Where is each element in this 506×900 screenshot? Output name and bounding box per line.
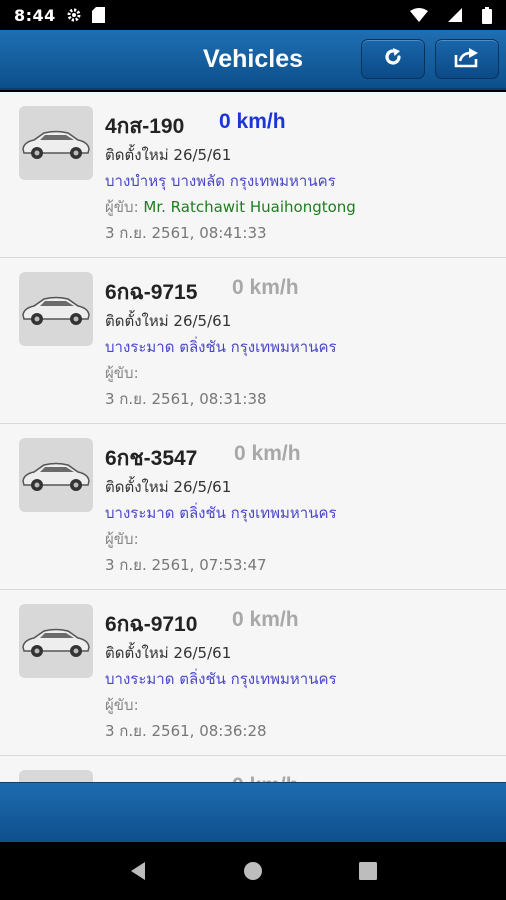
vehicle-install-date: ติดตั้งใหม่ 26/5/61	[105, 146, 232, 164]
share-button[interactable]	[435, 39, 499, 79]
vehicle-plate: 5กฉ-9094	[105, 774, 197, 782]
vehicle-list-item[interactable]: 5กฉ-9094 0 km/h	[0, 756, 506, 782]
driver-label: ผู้ขับ:	[105, 198, 139, 216]
app-bar: Vehicles	[0, 30, 506, 90]
vehicle-list[interactable]: 4กส-190 0 km/h ติดตั้งใหม่ 26/5/61 บางบำ…	[0, 92, 506, 782]
vehicle-timestamp: 3 ก.ย. 2561, 08:31:38	[105, 390, 267, 408]
home-icon[interactable]	[233, 851, 273, 891]
vehicle-list-item[interactable]: 6กฉ-9715 0 km/h ติดตั้งใหม่ 26/5/61 บางร…	[0, 258, 506, 424]
recents-icon[interactable]	[348, 851, 388, 891]
car-icon	[19, 106, 93, 180]
vehicle-plate: 6กฉ-9715	[105, 281, 198, 304]
back-icon[interactable]	[118, 851, 158, 891]
vehicle-timestamp: 3 ก.ย. 2561, 08:36:28	[105, 722, 267, 740]
vehicle-list-item[interactable]: 6กฉ-9710 0 km/h ติดตั้งใหม่ 26/5/61 บางร…	[0, 590, 506, 756]
vehicle-plate: 6กช-3547	[105, 447, 198, 470]
vehicle-location: บางระมาด ตลิ่งชัน กรุงเทพมหานคร	[105, 338, 337, 356]
vehicle-driver: ผู้ขับ: Mr. Ratchawit Huaihongtong	[105, 195, 356, 219]
vehicle-install-date: ติดตั้งใหม่ 26/5/61	[105, 478, 232, 496]
gear-icon	[66, 7, 82, 23]
vehicle-driver: ผู้ขับ:	[105, 527, 139, 551]
driver-label: ผู้ขับ:	[105, 364, 139, 382]
driver-label: ผู้ขับ:	[105, 696, 139, 714]
vehicle-install-date: ติดตั้งใหม่ 26/5/61	[105, 312, 232, 330]
vehicle-timestamp: 3 ก.ย. 2561, 07:53:47	[105, 556, 267, 574]
driver-name: Mr. Ratchawit Huaihongtong	[143, 198, 356, 216]
wifi-icon	[410, 8, 428, 22]
vehicle-list-item[interactable]: 6กช-3547 0 km/h ติดตั้งใหม่ 26/5/61 บางร…	[0, 424, 506, 590]
vehicle-speed: 0 km/h	[219, 110, 286, 133]
page-title: Vehicles	[202, 45, 304, 73]
signal-icon	[448, 8, 462, 22]
vehicle-location: บางระมาด ตลิ่งชัน กรุงเทพมหานคร	[105, 504, 337, 522]
vehicle-location: บางระมาด ตลิ่งชัน กรุงเทพมหานคร	[105, 670, 337, 688]
sd-card-icon	[91, 7, 105, 23]
car-icon	[19, 272, 93, 346]
vehicle-speed: 0 km/h	[232, 608, 299, 631]
vehicle-location: บางบำหรุ บางพลัด กรุงเทพมหานคร	[105, 172, 336, 190]
refresh-icon	[382, 46, 404, 72]
car-icon	[19, 604, 93, 678]
share-icon	[454, 46, 480, 72]
driver-label: ผู้ขับ:	[105, 530, 139, 548]
vehicle-plate: 6กฉ-9710	[105, 613, 198, 636]
vehicle-timestamp: 3 ก.ย. 2561, 08:41:33	[105, 224, 267, 242]
bottom-toolbar	[0, 782, 506, 842]
vehicle-speed: 0 km/h	[232, 276, 299, 299]
vehicle-install-date: ติดตั้งใหม่ 26/5/61	[105, 644, 232, 662]
vehicle-driver: ผู้ขับ:	[105, 361, 139, 385]
system-nav-bar	[0, 842, 506, 900]
vehicle-speed: 0 km/h	[234, 442, 301, 465]
vehicle-driver: ผู้ขับ:	[105, 693, 139, 717]
refresh-button[interactable]	[361, 39, 425, 79]
status-time: 8:44	[14, 5, 56, 25]
car-icon	[19, 770, 93, 782]
battery-icon	[482, 6, 492, 24]
vehicle-list-item[interactable]: 4กส-190 0 km/h ติดตั้งใหม่ 26/5/61 บางบำ…	[0, 92, 506, 258]
car-icon	[19, 438, 93, 512]
vehicle-speed: 0 km/h	[232, 774, 299, 782]
vehicle-plate: 4กส-190	[105, 115, 185, 138]
status-bar: 8:44	[0, 0, 506, 30]
